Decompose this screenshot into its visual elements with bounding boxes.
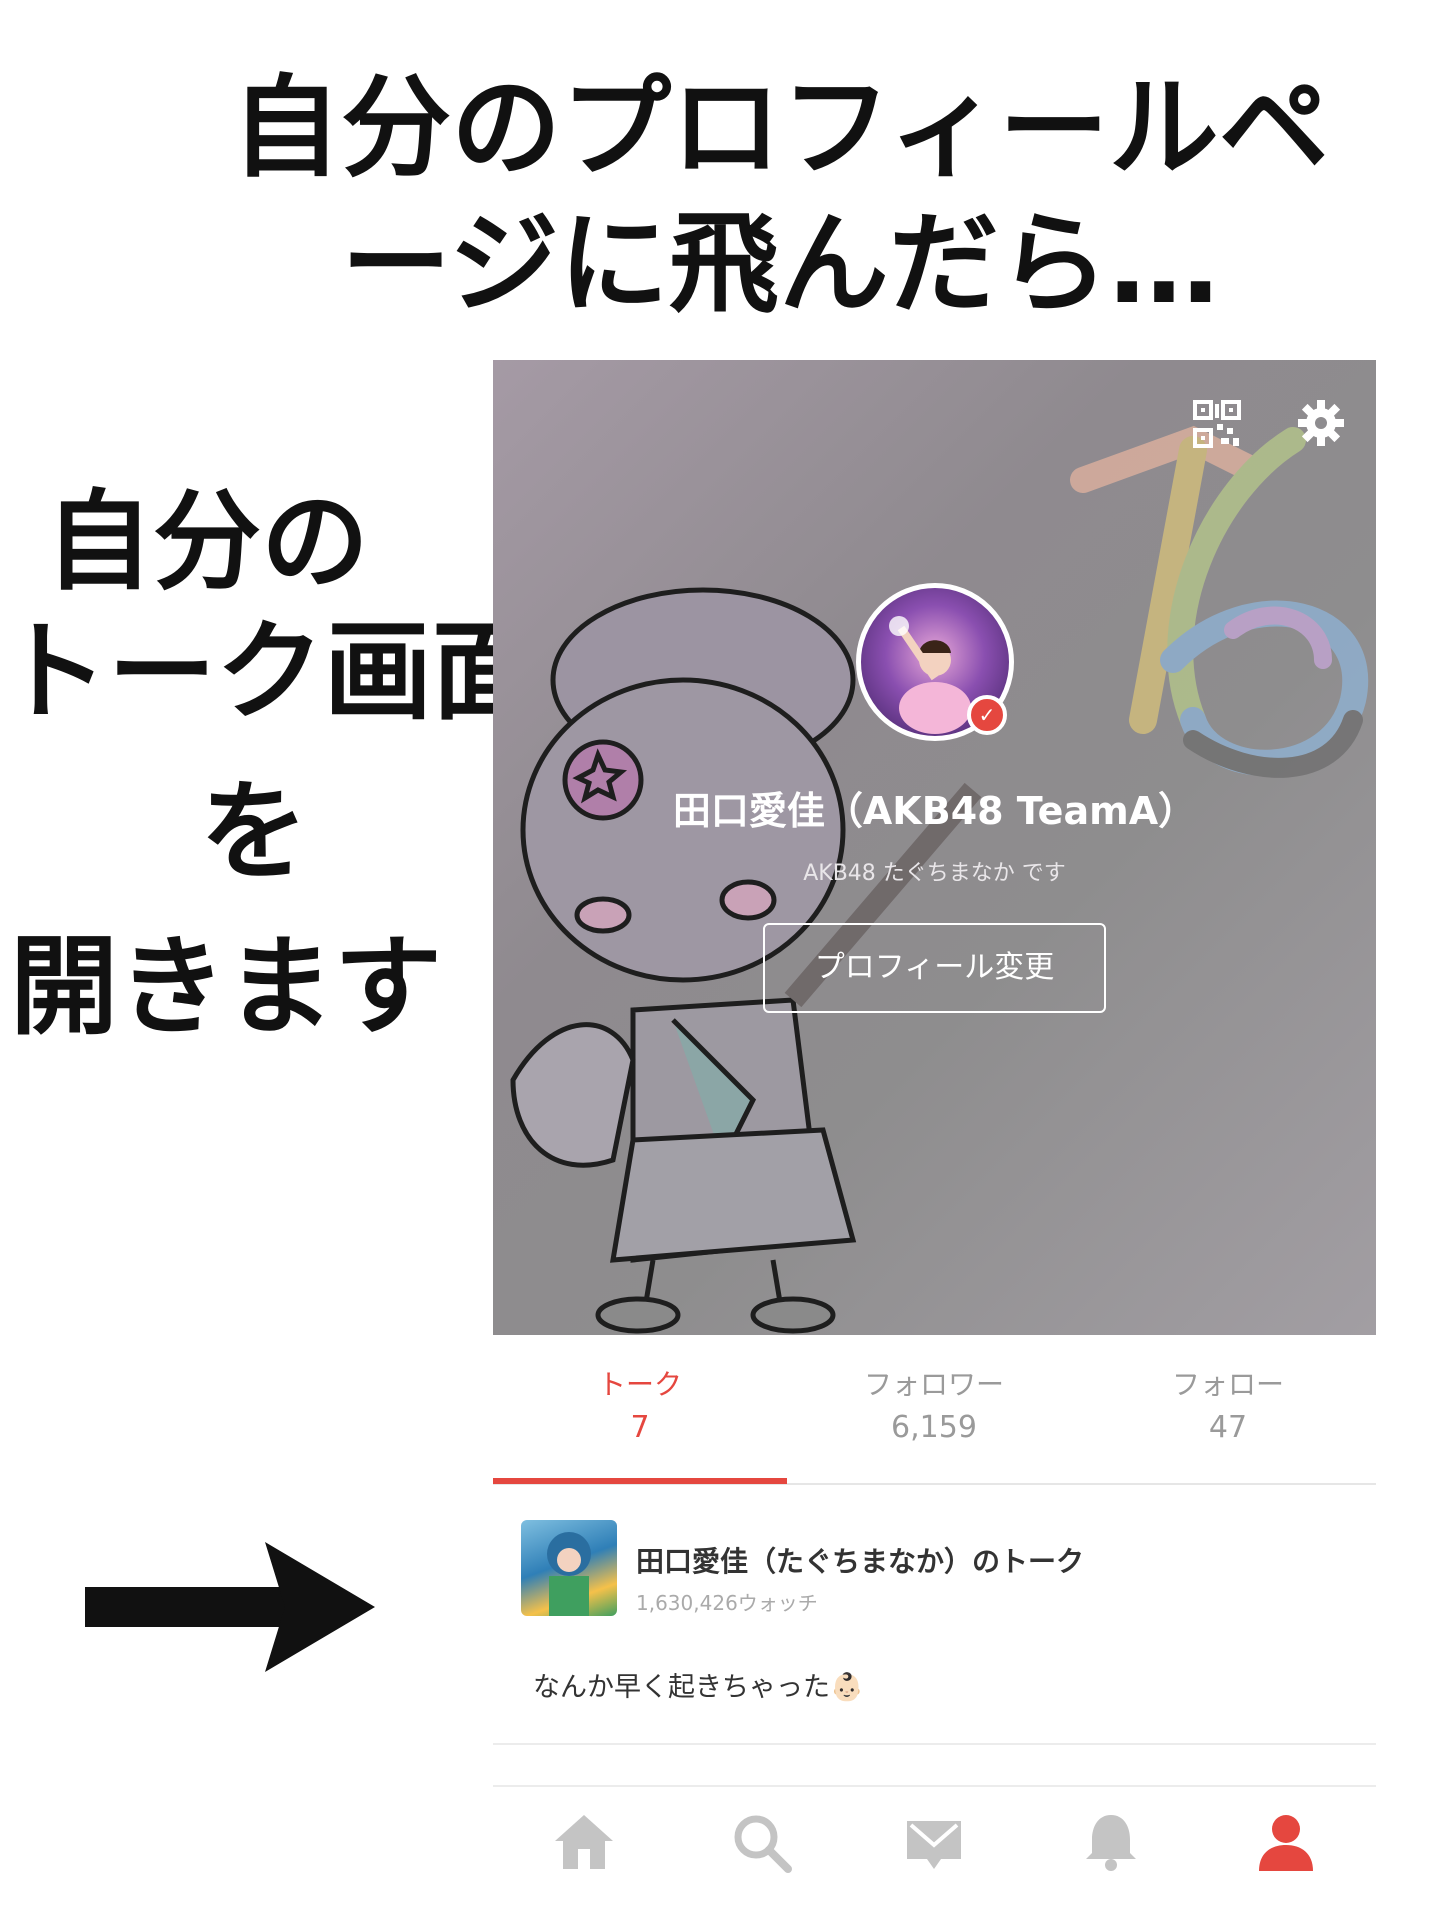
- tab-talk[interactable]: トーク 7: [493, 1335, 787, 1485]
- cover-image: ✓ 田口愛佳（AKB48 TeamA） AKB48 たぐちまなか です プロフィ…: [493, 360, 1376, 1335]
- tab-talk-count: 7: [630, 1410, 650, 1445]
- talk-thumbnail: [521, 1520, 617, 1616]
- tab-following[interactable]: フォロー 47: [1081, 1335, 1375, 1485]
- caption-side-line3: を: [200, 770, 309, 895]
- qr-code-icon[interactable]: [1193, 400, 1241, 448]
- profile-bio: AKB48 たぐちまなか です: [803, 861, 1066, 886]
- tab-talk-label: トーク: [597, 1368, 682, 1401]
- tab-followers-count: 6,159: [891, 1410, 977, 1445]
- gear-icon[interactable]: [1296, 398, 1346, 448]
- talk-card[interactable]: 田口愛佳（たぐちまなか）のトーク 1,630,426ウォッチ なんか早く起きちゃ…: [493, 1490, 1376, 1745]
- tab-followers-label: フォロワー: [863, 1368, 1004, 1401]
- tab-following-count: 47: [1208, 1410, 1248, 1445]
- tab-following-label: フォロー: [1171, 1368, 1284, 1401]
- cover-illustration: [510, 425, 1369, 1334]
- talk-watch-count: 1,630,426ウォッチ: [636, 1591, 818, 1615]
- edit-profile-button[interactable]: プロフィール変更: [763, 923, 1106, 1013]
- pointer-arrow-icon: [85, 1542, 375, 1672]
- talk-latest-message: なんか早く起きちゃった👶🏻: [533, 1672, 864, 1703]
- profile-screen: ✓ 田口愛佳（AKB48 TeamA） AKB48 たぐちまなか です プロフィ…: [493, 360, 1376, 1890]
- caption-side-line4: 開きます: [10, 925, 443, 1050]
- bell-icon[interactable]: [1078, 1809, 1144, 1875]
- caption-side-line2: トーク画面: [0, 610, 541, 735]
- bottom-nav: [493, 1785, 1376, 1890]
- home-icon[interactable]: [551, 1809, 617, 1875]
- tab-followers[interactable]: フォロワー 6,159: [787, 1335, 1081, 1485]
- caption-title-line2: ージに飛んだら…: [341, 200, 1219, 328]
- active-tab-indicator: [493, 1478, 787, 1484]
- verified-badge: ✓: [967, 695, 1007, 735]
- profile-icon[interactable]: [1253, 1809, 1319, 1875]
- caption-title-line1: 自分のプロフィールペ: [231, 64, 1329, 192]
- caption-title: 自分のプロフィールペ ージに飛んだら…: [220, 60, 1340, 332]
- profile-name: 田口愛佳（AKB48 TeamA）: [672, 789, 1197, 833]
- search-icon[interactable]: [728, 1809, 794, 1875]
- mail-icon[interactable]: [901, 1809, 967, 1875]
- profile-stats-tabs: トーク 7 フォロワー 6,159 フォロー 47: [493, 1335, 1376, 1485]
- talk-title: 田口愛佳（たぐちまなか）のトーク: [636, 1545, 1085, 1578]
